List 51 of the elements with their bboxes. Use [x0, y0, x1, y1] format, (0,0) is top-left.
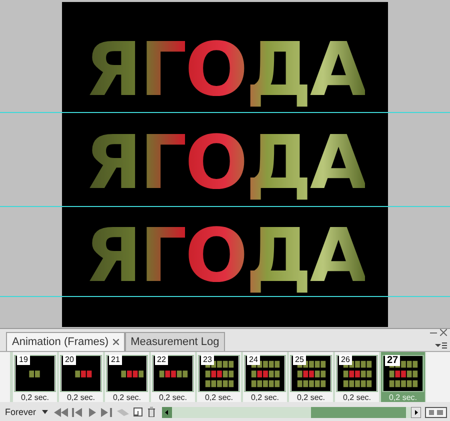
- frame-thumbnail: [14, 355, 56, 392]
- loop-dropdown[interactable]: Forever: [3, 407, 50, 417]
- frame-number: 22: [155, 355, 168, 365]
- frame-delay[interactable]: 0,2 sec.: [250, 393, 279, 402]
- previous-frame-icon[interactable]: [72, 408, 84, 416]
- animation-frame[interactable]: 25 0,2 sec.: [288, 352, 334, 402]
- frame-number: 19: [17, 355, 30, 365]
- frame-number: 20: [63, 355, 76, 365]
- animation-frame[interactable]: 24 0,2 sec.: [242, 352, 288, 402]
- frame-number: 23: [201, 355, 214, 365]
- trash-icon[interactable]: [147, 407, 156, 417]
- frame-thumbnail: [290, 355, 332, 392]
- animation-frame[interactable]: 22 0,2 sec.: [150, 352, 196, 402]
- frame-thumbnail: [198, 355, 240, 392]
- animation-frame[interactable]: 27 0,2 sec.: [380, 352, 426, 402]
- frame-thumbnail: [336, 355, 378, 392]
- frame-delay[interactable]: 0,2 sec.: [112, 393, 141, 402]
- animation-frame[interactable]: 23 0,2 sec.: [196, 352, 242, 402]
- frame-thumbnail: [382, 355, 424, 392]
- frame-delay[interactable]: 0,2 sec.: [20, 393, 49, 402]
- next-frame-icon[interactable]: [101, 408, 114, 416]
- first-frame-icon[interactable]: [54, 408, 68, 416]
- frame-thumbnail: [106, 355, 148, 392]
- frame-thumbnail: [152, 355, 194, 392]
- close-icon[interactable]: [112, 339, 119, 345]
- frame-number: 21: [109, 355, 122, 365]
- frame-thumbnail: [60, 355, 102, 392]
- panel-tab[interactable]: Animation (Frames): [6, 332, 125, 351]
- animation-frame[interactable]: 21 0,2 sec.: [104, 352, 150, 402]
- panel-tab[interactable]: Measurement Log: [124, 332, 226, 351]
- frame-delay[interactable]: 0,2 sec.: [296, 393, 325, 402]
- scroll-right-icon[interactable]: [411, 406, 421, 418]
- animation-frame[interactable]: 20 0,2 sec.: [58, 352, 104, 402]
- animation-frame[interactable]: 19 0,2 sec.: [12, 352, 58, 402]
- frame-delay[interactable]: 0,2 sec.: [342, 393, 371, 402]
- frame-delay[interactable]: 0,2 sec.: [204, 393, 233, 402]
- frame-delay[interactable]: 0,2 sec.: [158, 393, 187, 402]
- dropdown-caret-icon: [42, 410, 48, 414]
- panel-menu-icon[interactable]: [435, 342, 447, 349]
- frame-thumbnail: [244, 355, 286, 392]
- close-icon[interactable]: [440, 329, 447, 336]
- frame-delay[interactable]: 0,2 sec.: [66, 393, 95, 402]
- frame-size-icon[interactable]: [425, 406, 447, 418]
- scrollbar-thumb[interactable]: [310, 406, 406, 418]
- frame-number: 25: [293, 355, 306, 365]
- frame-number: 26: [339, 355, 352, 365]
- frame-number: 27: [385, 355, 400, 366]
- frame-number: 24: [247, 355, 260, 365]
- animation-frame[interactable]: 26 0,2 sec.: [334, 352, 380, 402]
- play-icon[interactable]: [88, 408, 98, 416]
- new-frame-icon[interactable]: [133, 407, 144, 417]
